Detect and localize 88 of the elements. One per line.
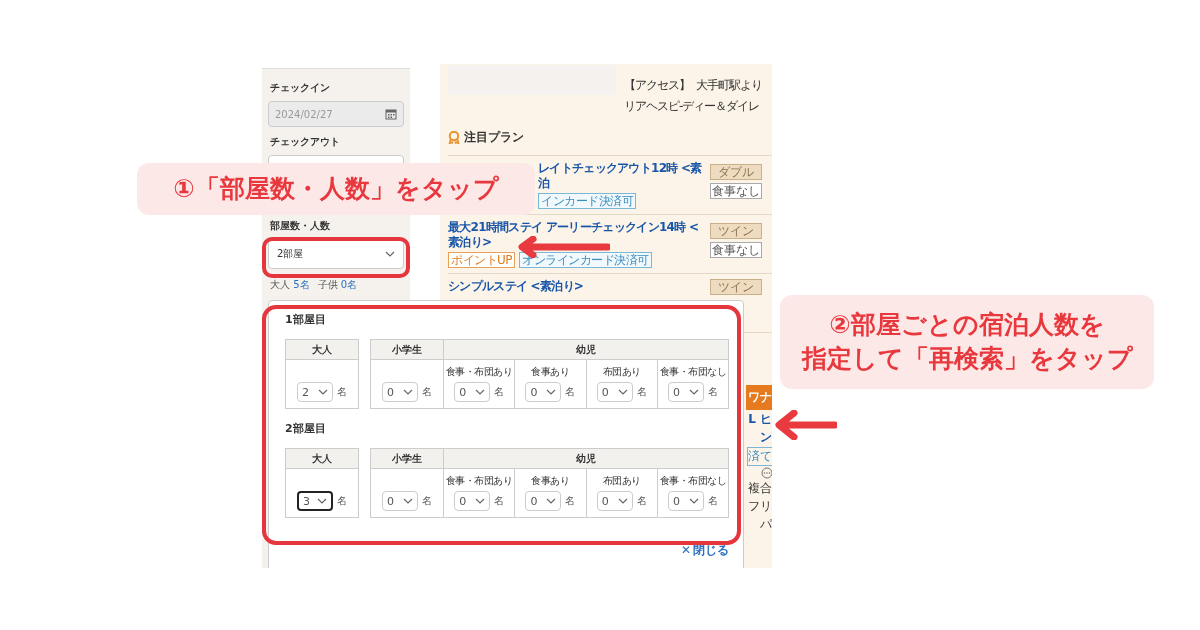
unit-label: 名 — [422, 385, 432, 399]
column-header: 大人 — [286, 449, 358, 469]
unit-label: 名 — [707, 385, 718, 399]
plan-link[interactable]: シンプルステイ <素泊り> — [448, 279, 702, 294]
arrow-icon — [775, 410, 837, 440]
column-subheader: 布団あり — [602, 366, 641, 378]
room-type-tag: ツイン — [710, 279, 762, 295]
caret-icon — [617, 389, 628, 395]
payment-tag: インカード決済可 — [538, 193, 636, 209]
label-badge: ワナ — [746, 385, 772, 410]
room-type-tag: ダブル — [710, 164, 762, 180]
hotel-link[interactable]: L ヒ — [748, 411, 772, 428]
checkin-label: チェックイン — [270, 82, 331, 94]
number-select[interactable]: 0 — [525, 491, 562, 511]
body-text: パ — [760, 516, 772, 533]
column-subheader: 食事あり — [531, 475, 570, 487]
meal-tag: 食事なし — [710, 242, 762, 258]
body-text: フリ — [748, 498, 772, 515]
access-text: リアヘスピ-ディー＆ダイレ — [624, 98, 761, 115]
access-label: 【アクセス】 — [624, 77, 690, 94]
column-subheader: 食事あり — [531, 366, 570, 378]
unit-label: 名 — [636, 385, 647, 399]
chat-bubble-icon — [760, 467, 772, 479]
number-select[interactable]: 0 — [596, 382, 633, 402]
number-select[interactable]: 0 — [454, 491, 491, 511]
number-select[interactable]: 0 — [382, 491, 418, 511]
guest-count-text: 大人 5名 — [270, 279, 310, 291]
unit-label: 名 — [565, 385, 576, 399]
column-subheader: 布団あり — [602, 475, 641, 487]
payment-tag: オンラインカード決済可 — [519, 252, 652, 268]
number-select[interactable]: 3 — [297, 491, 333, 511]
caret-icon — [475, 389, 486, 395]
meal-tag: 食事なし — [710, 183, 762, 199]
column-header: 小学生 — [371, 449, 443, 469]
caret-icon — [546, 389, 557, 395]
column-header: 幼児 — [443, 340, 728, 360]
column-subheader: 食事・布団なし — [659, 475, 727, 487]
number-select[interactable]: 0 — [667, 491, 704, 511]
caret-icon — [688, 498, 699, 504]
guest-count-text: 子供 0名 — [317, 279, 358, 291]
points-tag: ポイントUP — [448, 252, 516, 268]
caret-icon — [475, 498, 486, 504]
unit-label: 名 — [494, 494, 505, 508]
body-text: 複合 — [748, 480, 772, 497]
caret-icon — [403, 389, 413, 395]
column-subheader: 食事・布団あり — [445, 366, 513, 378]
column-header: 幼児 — [443, 449, 728, 469]
caret-icon — [688, 389, 699, 395]
caret-icon — [317, 498, 327, 504]
callout-text: ②部屋ごとの宿泊人数を — [829, 309, 1105, 342]
callout-text: ①「部屋数・人数」をタップ — [173, 173, 499, 206]
room-title: 2部屋目 — [285, 422, 327, 435]
column-header: 小学生 — [371, 340, 443, 360]
rooms-guests-label: 部屋数・人数 — [270, 220, 331, 232]
section-title: 注目プラン — [464, 128, 524, 146]
ribbon-icon — [448, 130, 460, 144]
payment-tag: 済て — [747, 447, 772, 466]
calendar-icon — [385, 108, 397, 120]
room-type-tag: ツイン — [710, 223, 762, 239]
number-select[interactable]: 0 — [596, 491, 633, 511]
caret-icon — [318, 389, 328, 395]
column-subheader: 食事・布団なし — [659, 366, 727, 378]
access-text: 大手町駅より — [696, 77, 762, 94]
callout-text: 指定して「再検索」をタップ — [801, 343, 1133, 375]
checkout-label: チェックアウト — [270, 136, 341, 148]
unit-label: 名 — [337, 385, 347, 399]
caret-icon — [385, 251, 395, 257]
caret-icon — [403, 498, 413, 504]
number-select[interactable]: 0 — [525, 382, 562, 402]
hotel-link[interactable]: ン — [760, 429, 772, 446]
number-select[interactable]: 0 — [382, 382, 418, 402]
room-title: 1部屋目 — [285, 313, 327, 326]
caret-icon — [546, 498, 557, 504]
number-select[interactable]: 2 — [297, 382, 333, 402]
column-header: 大人 — [286, 340, 358, 360]
caret-icon — [617, 498, 628, 504]
number-select[interactable]: 0 — [667, 382, 704, 402]
unit-label: 名 — [494, 385, 505, 399]
number-select[interactable]: 0 — [454, 382, 491, 402]
plan-link[interactable]: 最大21時間ステイ アーリーチェックイン14時 <素泊り> — [448, 220, 702, 250]
unit-label: 名 — [337, 494, 347, 508]
plan-link[interactable]: レイトチェックアウト12時 <素泊 — [538, 161, 702, 191]
unit-label: 名 — [636, 494, 647, 508]
column-subheader: 食事・布団あり — [445, 475, 513, 487]
unit-label: 名 — [565, 494, 576, 508]
unit-label: 名 — [707, 494, 718, 508]
rooms-select[interactable]: 2部屋 — [268, 239, 404, 269]
unit-label: 名 — [422, 494, 432, 508]
